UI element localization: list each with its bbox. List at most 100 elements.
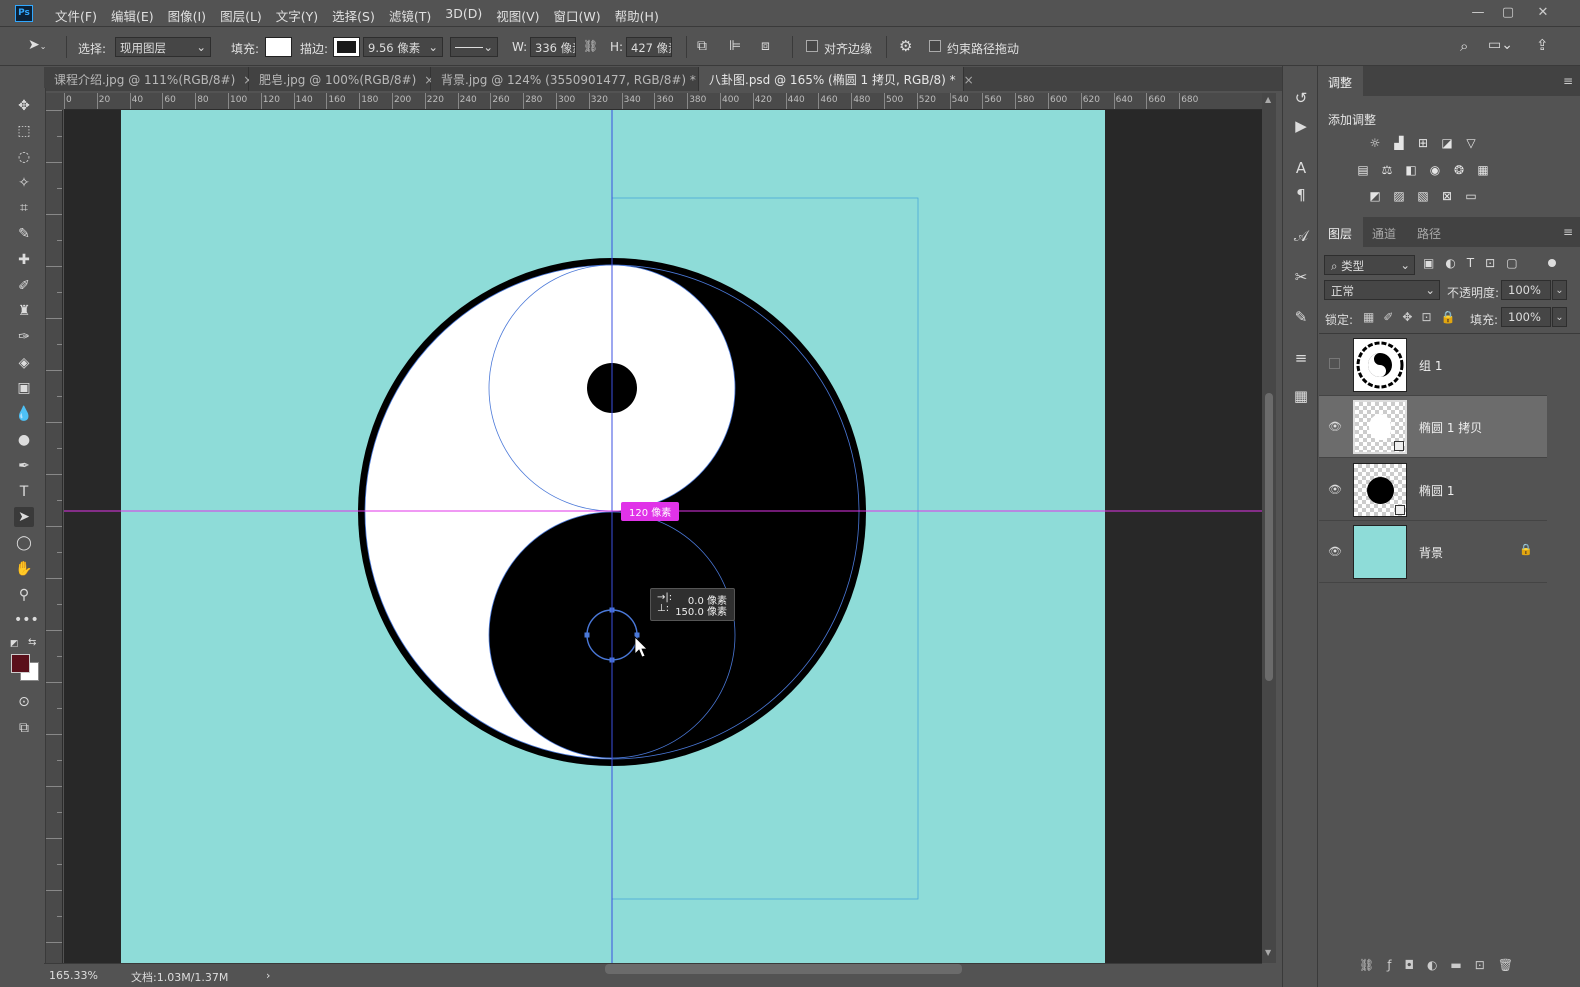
character-panel-icon[interactable]: A	[1291, 158, 1311, 178]
minimize-icon[interactable]: —	[1468, 3, 1488, 23]
black-white-icon[interactable]: ◧	[1403, 163, 1419, 177]
opacity-field[interactable]: 100%	[1501, 280, 1551, 300]
posterize-icon[interactable]: ▨	[1391, 189, 1407, 203]
properties-panel-icon[interactable]: ≡	[1291, 348, 1311, 368]
tab-paths[interactable]: 路径	[1417, 225, 1441, 242]
menu-image[interactable]: 图像(I)	[161, 6, 213, 25]
menu-edit[interactable]: 编辑(E)	[104, 6, 161, 25]
fill-opacity-field[interactable]: 100%	[1501, 307, 1551, 327]
selective-color-icon[interactable]: ⊠	[1439, 189, 1455, 203]
filter-toggle-icon[interactable]	[1548, 259, 1556, 267]
path-selection-tool-icon[interactable]: ➤	[14, 507, 34, 527]
exposure-icon[interactable]: ◪	[1439, 136, 1455, 150]
stroke-type-dropdown[interactable]: ⌄	[450, 37, 498, 57]
gradient-map-icon[interactable]: ▭	[1463, 189, 1479, 203]
levels-icon[interactable]: ▟	[1391, 136, 1407, 150]
default-colors-icon[interactable]: ◩	[10, 639, 19, 649]
eyedropper-tool-icon[interactable]: ✎	[14, 224, 34, 244]
workspace-icon[interactable]: ▭⌄	[1488, 37, 1513, 53]
menu-filter[interactable]: 滤镜(T)	[382, 6, 438, 25]
invert-icon[interactable]: ◩	[1367, 189, 1383, 203]
panel-menu-icon[interactable]: ≡	[1563, 225, 1573, 239]
menu-window[interactable]: 窗口(W)	[547, 6, 608, 25]
tab-course-intro[interactable]: 课程介绍.jpg @ 111%(RGB/8#)×	[44, 67, 253, 91]
marquee-tool-icon[interactable]: ⬚	[14, 121, 34, 141]
menu-layer[interactable]: 图层(L)	[213, 6, 269, 25]
menu-view[interactable]: 视图(V)	[489, 6, 546, 25]
ellipse-tool-icon[interactable]: ◯	[14, 533, 34, 553]
layers-bottom-icons[interactable]: ⛓ƒ◘◐▬⊡🗑	[1359, 958, 1526, 972]
close-window-icon[interactable]: ✕	[1533, 3, 1553, 23]
visibility-toggle-off[interactable]	[1329, 358, 1340, 369]
foreground-color-swatch[interactable]	[11, 654, 30, 673]
layer-row-ellipse1[interactable]: 👁 椭圆 1	[1319, 459, 1547, 521]
width-field[interactable]: 336 像素	[530, 37, 576, 57]
crop-tool-icon[interactable]: ⌗	[14, 198, 34, 218]
brush-settings-panel-icon[interactable]: ✎	[1291, 307, 1311, 327]
color-lookup-icon[interactable]: ▦	[1475, 163, 1491, 177]
gear-icon[interactable]: ⚙	[899, 37, 912, 55]
horizontal-scroll-thumb[interactable]	[605, 964, 962, 974]
layer-row-ellipse1-copy[interactable]: 👁 椭圆 1 拷贝	[1319, 396, 1547, 458]
path-selection-tool-preset-icon[interactable]: ➤⌄	[28, 37, 58, 57]
channel-mixer-icon[interactable]: ❂	[1451, 163, 1467, 177]
tab-channels[interactable]: 通道	[1372, 225, 1396, 242]
layer-name[interactable]: 背景	[1419, 544, 1443, 561]
zoom-level[interactable]: 165.33%	[49, 969, 98, 982]
tools-preset-panel-icon[interactable]: ✂	[1291, 267, 1311, 287]
type-tool-icon[interactable]: T	[14, 482, 34, 502]
align-edges-checkbox[interactable]	[806, 40, 818, 52]
scroll-down-icon[interactable]: ▼	[1265, 948, 1271, 957]
blur-tool-icon[interactable]: 💧	[14, 404, 34, 424]
share-icon[interactable]: ⇪	[1536, 36, 1549, 54]
actions-panel-icon[interactable]: ▶	[1291, 116, 1311, 136]
menu-file[interactable]: 文件(F)	[48, 6, 104, 25]
panel-menu-icon[interactable]: ≡	[1563, 74, 1573, 88]
healing-brush-tool-icon[interactable]: ✚	[14, 250, 34, 270]
tab-background[interactable]: 背景.jpg @ 124% (3550901477, RGB/8#) *×	[431, 67, 714, 91]
layer-name[interactable]: 椭圆 1 拷贝	[1419, 419, 1482, 436]
move-tool-icon[interactable]: ✥	[14, 96, 34, 116]
paragraph-panel-icon[interactable]: ¶	[1291, 185, 1311, 205]
menu-3d[interactable]: 3D(D)	[438, 6, 489, 25]
glyphs-panel-icon[interactable]: 𝒜	[1291, 226, 1311, 246]
more-tools-icon[interactable]: •••	[14, 610, 39, 630]
swap-colors-icon[interactable]: ⇆	[28, 637, 36, 648]
eye-icon[interactable]: 👁	[1328, 545, 1342, 558]
layer-row-background[interactable]: 👁 背景 🔒	[1319, 521, 1547, 583]
layer-filter-dropdown[interactable]: ⌕ 类型 ⌄	[1324, 255, 1415, 275]
lasso-tool-icon[interactable]: ◌	[14, 147, 34, 167]
path-operations-icon[interactable]: ⧉	[697, 38, 707, 54]
pen-tool-icon[interactable]: ✒	[14, 456, 34, 476]
eraser-tool-icon[interactable]: ◈	[14, 353, 34, 373]
history-panel-icon[interactable]: ↺	[1291, 88, 1311, 108]
constrain-path-checkbox[interactable]	[929, 40, 941, 52]
gradient-tool-icon[interactable]: ▣	[14, 378, 34, 398]
hand-tool-icon[interactable]: ✋	[14, 559, 34, 579]
maximize-icon[interactable]: ▢	[1498, 3, 1518, 23]
eye-icon[interactable]: 👁	[1328, 483, 1342, 496]
layer-name[interactable]: 椭圆 1	[1419, 482, 1454, 499]
vibrance-icon[interactable]: ▽	[1463, 136, 1479, 150]
menu-select[interactable]: 选择(S)	[325, 6, 382, 25]
brightness-icon[interactable]: ☼	[1367, 136, 1383, 150]
color-balance-icon[interactable]: ⚖	[1379, 163, 1395, 177]
blend-mode-dropdown[interactable]: 正常 ⌄	[1324, 280, 1440, 300]
search-icon[interactable]: ⌕	[1460, 37, 1468, 55]
vertical-scrollbar[interactable]: ▲ ▼	[1262, 93, 1276, 963]
fill-swatch[interactable]	[265, 37, 292, 57]
history-brush-tool-icon[interactable]: ✑	[14, 327, 34, 347]
canvas-area[interactable]: 120 像素 →|: 0.0 像素 ⊥: 150.0 像素	[64, 110, 1262, 963]
magic-wand-tool-icon[interactable]: ✧	[14, 173, 34, 193]
link-dimensions-icon[interactable]: ⛓	[583, 39, 598, 53]
menu-type[interactable]: 文字(Y)	[269, 6, 325, 25]
photo-filter-icon[interactable]: ◉	[1427, 163, 1443, 177]
brush-tool-icon[interactable]: ✐	[14, 276, 34, 296]
threshold-icon[interactable]: ▧	[1415, 189, 1431, 203]
scroll-up-icon[interactable]: ▲	[1265, 95, 1271, 104]
hue-saturation-icon[interactable]: ▤	[1355, 163, 1371, 177]
screen-mode-icon[interactable]: ⧉	[14, 718, 34, 738]
stroke-swatch[interactable]	[333, 37, 360, 57]
chevron-down-icon[interactable]: ⌄	[1552, 280, 1567, 300]
clone-stamp-tool-icon[interactable]: ♜	[14, 301, 34, 321]
